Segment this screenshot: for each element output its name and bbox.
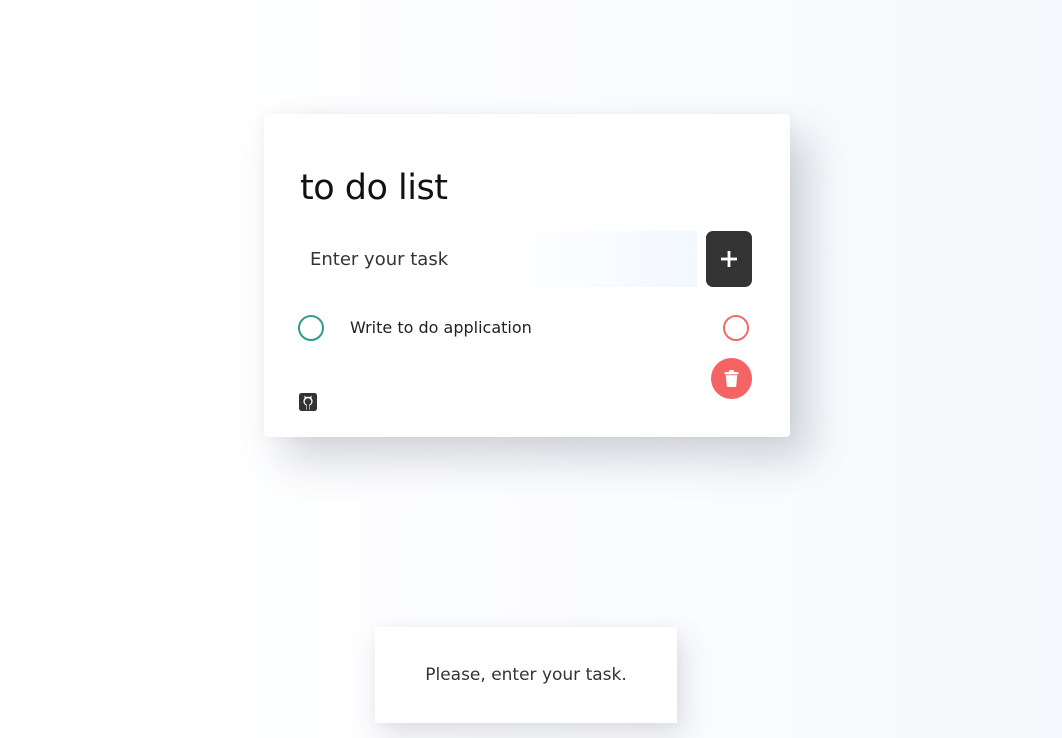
toast-notification: Please, enter your task. — [375, 627, 677, 723]
task-input[interactable] — [300, 231, 697, 287]
plus-icon — [721, 251, 737, 267]
todo-card: to do list Write to do application — [264, 114, 790, 437]
task-label: Write to do application — [350, 318, 532, 337]
trash-icon — [724, 370, 739, 387]
page-title: to do list — [300, 168, 448, 208]
github-icon — [299, 393, 317, 411]
task-item: Write to do application — [298, 314, 750, 342]
remove-task-toggle[interactable] — [723, 315, 749, 341]
complete-task-toggle[interactable] — [298, 315, 324, 341]
add-task-button[interactable] — [706, 231, 752, 287]
delete-all-button[interactable] — [711, 358, 752, 399]
toast-message: Please, enter your task. — [425, 665, 627, 685]
github-link[interactable] — [299, 393, 317, 411]
